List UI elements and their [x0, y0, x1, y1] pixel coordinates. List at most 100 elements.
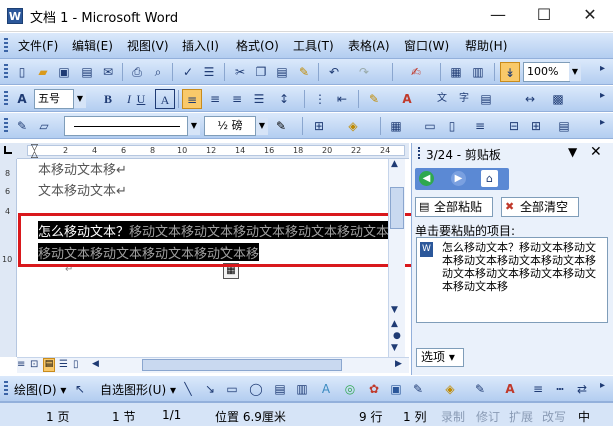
draw-menu-button[interactable]: 绘图(D) ▾ — [14, 381, 66, 398]
char-scaling-icon[interactable]: ↔ — [520, 89, 540, 109]
line-color-icon[interactable]: ✎ — [470, 379, 490, 399]
columns-icon[interactable]: ▥ — [468, 62, 488, 82]
arrow-icon[interactable]: ↘ — [200, 379, 220, 399]
fill-color-icon[interactable]: ◈ — [440, 379, 460, 399]
horizontal-scroll-thumb[interactable] — [142, 359, 342, 371]
open-folder-icon[interactable]: ▰ — [33, 62, 53, 82]
show-hide-marks-icon[interactable]: ↡ — [500, 62, 520, 82]
status-extend[interactable]: 扩展 — [509, 408, 533, 425]
toolbar-grip[interactable] — [4, 38, 8, 54]
menu-view[interactable]: 视图(V) — [127, 37, 169, 54]
clipboard-item[interactable]: W 怎么移动文本？移动文本移动文本移动文本移动文本移动文本移动文本移动文本移动文… — [416, 237, 608, 323]
cell-align-icon[interactable]: ≡ — [470, 116, 490, 136]
menu-edit[interactable]: 编辑(E) — [72, 37, 113, 54]
scroll-down-icon[interactable]: ▼ — [391, 305, 398, 315]
char-shading-icon[interactable]: ▩ — [548, 89, 568, 109]
merge-cells-icon[interactable]: ▭ — [420, 116, 440, 136]
tab-selector[interactable] — [0, 143, 17, 159]
distribute-rows-icon[interactable]: ⊟ — [504, 116, 524, 136]
print-layout-view-icon[interactable]: ▤ — [43, 358, 55, 372]
split-cells-icon[interactable]: ▯ — [442, 116, 462, 136]
doc-line[interactable]: 文本移动文本↵ — [38, 180, 127, 199]
wordart-icon[interactable]: A — [316, 379, 336, 399]
spelling-icon[interactable]: ✓ — [178, 62, 198, 82]
toolbar-grip[interactable] — [4, 64, 8, 80]
decrease-indent-icon[interactable]: ⇤ — [332, 89, 352, 109]
clear-all-button[interactable]: ✖ 全部清空 — [501, 197, 579, 217]
close-button[interactable]: ✕ — [567, 0, 613, 32]
table-autoformat-icon[interactable]: ▤ — [554, 116, 574, 136]
status-overtype[interactable]: 改写 — [542, 408, 566, 425]
phonetic-guide-icon[interactable]: 文 — [432, 89, 452, 109]
oval-icon[interactable]: ◯ — [246, 379, 266, 399]
dash-style-icon[interactable]: ┅ — [550, 379, 570, 399]
ink-icon[interactable]: ✍ — [406, 62, 426, 82]
doc-line[interactable]: 本移动文本移↵ — [38, 159, 127, 178]
undo-icon[interactable]: ↶ — [324, 62, 344, 82]
toolbar-options-icon[interactable]: ▸ — [600, 117, 605, 128]
vertical-ruler[interactable]: 8 6 4 10 — [0, 159, 17, 357]
select-objects-icon[interactable]: ↖ — [70, 379, 90, 399]
clipart-icon[interactable]: ✿ — [364, 379, 384, 399]
line-spacing-icon[interactable]: ↕ — [274, 89, 294, 109]
web-view-icon[interactable]: ⊡ — [30, 359, 38, 370]
scroll-left-icon[interactable]: ◀ — [92, 359, 99, 369]
pane-menu-icon[interactable]: ▼ — [568, 145, 577, 159]
new-document-icon[interactable]: ▯ — [12, 62, 32, 82]
justify-icon[interactable]: ☰ — [249, 89, 269, 109]
toolbar-options-icon[interactable]: ▸ — [600, 380, 605, 391]
home-icon[interactable]: ⌂ — [481, 170, 498, 187]
fill-shadow-icon[interactable]: ✎ — [408, 379, 428, 399]
reading-view-icon[interactable]: ▯ — [73, 359, 79, 370]
menu-window[interactable]: 窗口(W) — [404, 37, 449, 54]
menu-file[interactable]: 文件(F) — [18, 37, 58, 54]
char-border-button[interactable]: A — [155, 89, 175, 109]
normal-view-icon[interactable]: ≡ — [17, 359, 25, 370]
zoom-dropdown-icon[interactable]: ▼ — [569, 63, 581, 81]
back-icon[interactable]: ◀ — [419, 171, 434, 186]
insert-table-icon[interactable]: ▦ — [386, 116, 406, 136]
word-app-icon[interactable]: W — [7, 8, 23, 24]
options-button[interactable]: 选项 ▾ — [416, 348, 464, 367]
font-size-dropdown-icon[interactable]: ▼ — [74, 90, 86, 108]
styles-icon[interactable]: A — [12, 89, 32, 109]
pane-grip[interactable] — [418, 147, 426, 159]
vertical-textbox-icon[interactable]: ▥ — [292, 379, 312, 399]
vertical-scrollbar[interactable]: ▲ ▼ ▲ ● ▼ — [388, 159, 405, 357]
textbox-icon[interactable]: ▤ — [270, 379, 290, 399]
menu-tools[interactable]: 工具(T) — [293, 37, 334, 54]
scroll-right-icon[interactable]: ▶ — [395, 359, 402, 369]
horizontal-ruler[interactable]: ▽ △ 2 4 6 8 10 12 14 16 18 20 22 24 — [17, 143, 409, 160]
maximize-button[interactable]: ☐ — [521, 0, 567, 32]
eraser-icon[interactable]: ▱ — [34, 116, 54, 136]
enclose-char-icon[interactable]: 字 — [454, 89, 474, 109]
line-weight-box[interactable]: ½ 磅 — [204, 116, 256, 136]
line-style-dropdown-icon[interactable]: ▼ — [188, 117, 200, 135]
toolbar-options-icon[interactable]: ▸ — [600, 90, 605, 101]
menu-help[interactable]: 帮助(H) — [465, 37, 507, 54]
cut-icon[interactable]: ✂ — [230, 62, 250, 82]
numbering-icon[interactable]: ⋮ — [310, 89, 330, 109]
paste-all-button[interactable]: ▤ 全部粘贴 — [415, 197, 493, 217]
paste-icon[interactable]: ▤ — [272, 62, 292, 82]
horizontal-scrollbar[interactable]: ≡ ⊡ ▤ ☰ ▯ ◀ ▶ — [17, 357, 409, 373]
copy-icon[interactable]: ❐ — [251, 62, 271, 82]
menu-table[interactable]: 表格(A) — [348, 37, 390, 54]
highlight-icon[interactable]: ✎ — [364, 89, 384, 109]
draw-table-icon[interactable]: ✎ — [12, 116, 32, 136]
pane-close-icon[interactable]: ✕ — [590, 144, 602, 160]
table-icon[interactable]: ▦ — [446, 62, 466, 82]
forward-icon[interactable]: ▶ — [451, 171, 466, 186]
status-track-changes[interactable]: 修订 — [476, 408, 500, 425]
line-style-icon[interactable]: ≡ — [528, 379, 548, 399]
save-icon[interactable]: ▣ — [54, 62, 74, 82]
next-page-icon[interactable]: ▼ — [391, 343, 398, 353]
scroll-thumb[interactable] — [390, 187, 404, 229]
toolbar-grip[interactable] — [4, 118, 8, 134]
line-icon[interactable]: ╲ — [178, 379, 198, 399]
redo-icon[interactable]: ↷ — [354, 62, 374, 82]
autoshapes-button[interactable]: 自选图形(U) ▾ — [100, 381, 176, 398]
picture-icon[interactable]: ▣ — [386, 379, 406, 399]
line-style-box[interactable] — [64, 116, 188, 136]
menu-format[interactable]: 格式(O) — [236, 37, 279, 54]
